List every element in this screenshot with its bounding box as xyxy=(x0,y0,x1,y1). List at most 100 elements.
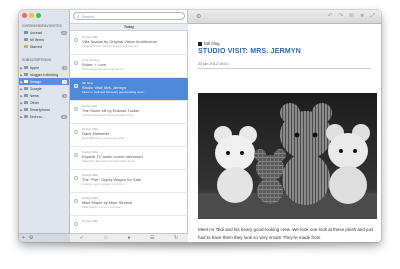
star-icon xyxy=(24,44,28,49)
list-item[interactable]: Cool Hunting Rotter + Love Two architects … xyxy=(70,55,188,78)
all-items-icon xyxy=(24,37,28,42)
divider xyxy=(198,68,371,69)
sidebar-folder-design[interactable]: ▶ Design 2 xyxy=(19,78,69,85)
section-subscriptions-heading: SUBSCRIPTIONS xyxy=(22,58,52,62)
window-controls xyxy=(22,13,41,18)
list-item[interactable]: Design Milk Villa Nassal by Original Visi… xyxy=(70,32,188,55)
folder-icon xyxy=(24,65,28,70)
article-list: ⌕ Search Today Design Milk Villa Nassal b… xyxy=(70,10,188,242)
sidebar-item-unread[interactable]: Unread 42 xyxy=(19,29,69,36)
search-input[interactable]: ⌕ Search xyxy=(73,12,185,20)
read-indicator-icon[interactable] xyxy=(74,176,78,180)
folder-icon xyxy=(24,100,28,105)
sidebar-folder-other[interactable]: ▶ Other xyxy=(19,99,69,106)
sidebar-folder-techno[interactable]: ▶ Techno... 11 xyxy=(19,113,69,120)
unread-count-badge: 42 xyxy=(60,30,67,35)
share-icon[interactable]: ↶ xyxy=(328,13,333,20)
item-excerpt: Meet mr Tedi and his beary good-looking … xyxy=(82,90,146,94)
section-overview-heading: OVERVIEW/FAVORITES xyxy=(22,24,62,28)
folder-icon xyxy=(24,93,28,98)
open-icon[interactable]: ↷ xyxy=(338,13,343,20)
list-item[interactable]: Design Milk Expedit TV audio corner strea… xyxy=(70,147,188,170)
read-indicator-icon[interactable] xyxy=(74,38,78,42)
read-indicator-icon[interactable] xyxy=(74,153,78,157)
list-item[interactable]: Design Milk Mise Maple by Mise Streech Mis… xyxy=(70,193,188,216)
count-badge: 11 xyxy=(60,114,67,119)
item-excerpt: Another gypsy wagon from the... xyxy=(82,182,126,186)
folder-icon xyxy=(24,114,28,119)
read-indicator-icon[interactable] xyxy=(74,130,78,134)
item-excerpt: Materials: Expedit and assembled items..… xyxy=(82,159,138,163)
gear-icon[interactable]: ⚙ xyxy=(196,13,201,20)
star-icon[interactable]: ★ xyxy=(360,13,365,20)
read-indicator-icon[interactable] xyxy=(74,222,78,226)
count-badge: 2 xyxy=(62,79,67,84)
item-excerpt: New Midmeter's sectional sofas... xyxy=(82,136,127,140)
article-feed-name[interactable]: fab blog xyxy=(198,41,220,46)
sidebar-folder-blogger-following[interactable]: ▶ blogger-following xyxy=(19,71,69,78)
sidebar-folder-google[interactable]: ▶ Google xyxy=(19,85,69,92)
close-button[interactable] xyxy=(22,13,27,18)
sidebar-item-label: All Items xyxy=(29,37,45,42)
list-item[interactable]: Design Milk The "Pier" Gypsy Wagon for Sa… xyxy=(70,170,188,193)
read-indicator-icon[interactable] xyxy=(74,107,78,111)
sidebar-folder-apple[interactable]: ▶ Apple 8 xyxy=(19,64,69,71)
sidebar-item-label: News xyxy=(29,93,40,98)
star-filter-icon[interactable]: ☆ xyxy=(103,235,107,241)
sidebar-folder-smartphone[interactable]: ▶ Smartphone xyxy=(19,106,69,113)
zoom-button[interactable] xyxy=(36,13,41,18)
unread-filter-icon[interactable]: ● xyxy=(127,235,130,241)
article-title[interactable]: STUDIO VISIT: MRS. JERMYN xyxy=(198,48,301,55)
feed-favicon-icon xyxy=(198,41,202,46)
sidebar-folder-news[interactable]: ▶ News 4 xyxy=(19,92,69,99)
item-excerpt: Architect Edward Tucker designed this... xyxy=(82,113,136,117)
sidebar-item-label: Google xyxy=(29,86,42,91)
app-window: OVERVIEW/FAVORITES Unread 42 All Items S… xyxy=(19,10,381,242)
item-excerpt: Two architects have teamed up... xyxy=(82,67,127,71)
count-badge: 4 xyxy=(62,93,67,98)
sidebar-item-label: Other xyxy=(29,100,40,105)
sidebar: OVERVIEW/FAVORITES Unread 42 All Items S… xyxy=(19,10,70,242)
toolbar-actions: ↶ ↷ ✉ ★ ⤢ xyxy=(328,13,375,20)
list-item[interactable]: Design Milk Dans Midmeter New Midmeter's s… xyxy=(70,124,188,147)
window-shadow xyxy=(21,243,379,251)
list-footer: ✓ ☆ ● ☰ ↻ xyxy=(70,233,188,242)
minimize-button[interactable] xyxy=(29,13,34,18)
sidebar-item-label: Unread xyxy=(29,30,42,35)
search-placeholder: Search xyxy=(81,13,95,19)
read-indicator-icon[interactable] xyxy=(74,84,78,88)
sidebar-item-label: Apple xyxy=(29,65,40,70)
refresh-icon[interactable]: ↻ xyxy=(174,235,178,241)
item-source: Design Milk xyxy=(82,219,98,223)
folder-icon xyxy=(24,72,28,77)
sidebar-item-all-items[interactable]: All Items xyxy=(19,36,69,43)
sidebar-item-label: Smartphone xyxy=(29,107,51,112)
item-excerpt: Mise Maple is a lot more than... xyxy=(82,205,124,209)
sidebar-item-label: Techno... xyxy=(29,114,45,119)
all-filter-icon[interactable]: ☰ xyxy=(150,235,154,241)
article-reader: ⚙ ↶ ↷ ✉ ★ ⤢ fab blog STUDIO VISIT: MRS. … xyxy=(188,10,381,242)
unread-icon xyxy=(24,30,28,35)
feed-name-label: fab blog xyxy=(204,41,220,46)
mark-icon[interactable]: ✉ xyxy=(349,13,354,20)
mark-all-read-icon[interactable]: ✓ xyxy=(80,235,84,241)
fullscreen-icon[interactable]: ⤢ xyxy=(371,13,375,20)
folder-icon xyxy=(24,79,28,84)
reader-toolbar: ⚙ ↶ ↷ ✉ ★ ⤢ xyxy=(188,10,381,24)
article-photo xyxy=(198,93,377,219)
add-subscription-button[interactable]: + xyxy=(22,235,25,241)
article-date: 23 jan 2012 19:01 xyxy=(198,62,229,66)
sidebar-item-starred[interactable]: Starred xyxy=(19,43,69,50)
article-body: Meet mr Tedi and his beary good-looking … xyxy=(198,227,374,240)
sidebar-item-label: Starred xyxy=(29,44,42,49)
list-item[interactable]: Design Milk The Stone vill by Edward Tuck… xyxy=(70,101,188,124)
list-date-header: Today xyxy=(70,23,188,31)
read-indicator-icon[interactable] xyxy=(74,199,78,203)
list-item[interactable]: fab blog Studio Visit: Mrs. Jermyn Meet mr… xyxy=(70,78,188,101)
item-excerpt: Original Vision Architects has designed … xyxy=(82,44,141,48)
count-badge: 8 xyxy=(62,65,67,70)
folder-icon xyxy=(24,107,28,112)
search-icon: ⌕ xyxy=(77,13,80,19)
read-indicator-icon[interactable] xyxy=(74,61,78,65)
settings-button[interactable]: ⚙ xyxy=(29,235,33,241)
